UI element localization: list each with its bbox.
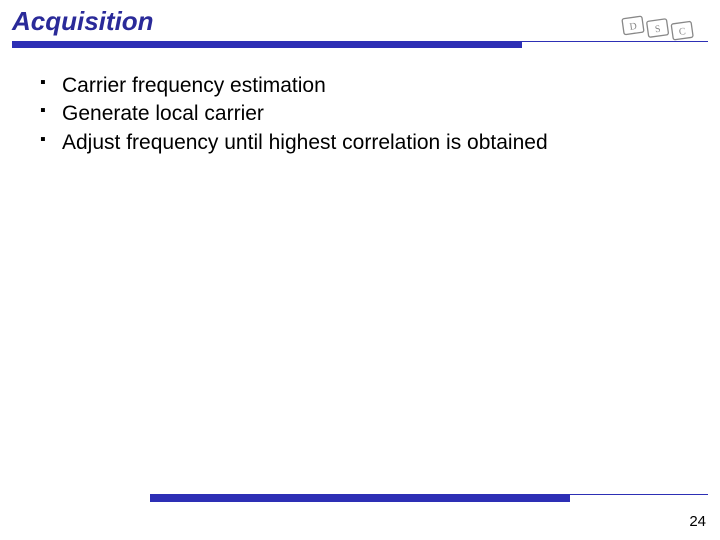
footer-rule-thick bbox=[150, 494, 570, 502]
header-rule-thick bbox=[12, 41, 522, 48]
header-rule bbox=[12, 41, 708, 48]
footer-rule bbox=[150, 494, 708, 502]
slide-title: Acquisition bbox=[12, 6, 708, 37]
logo-letter-d: D bbox=[629, 21, 638, 33]
bullet-item: Adjust frequency until highest correlati… bbox=[40, 129, 692, 157]
footer-rule-thin bbox=[570, 494, 708, 502]
bullet-item: Carrier frequency estimation bbox=[40, 72, 692, 100]
logo-dsc: D S C bbox=[618, 10, 698, 52]
bullet-list: Carrier frequency estimation Generate lo… bbox=[40, 72, 692, 157]
slide-header: Acquisition D S C bbox=[0, 0, 720, 39]
page-number: 24 bbox=[689, 513, 706, 530]
logo-letter-s: S bbox=[654, 24, 661, 36]
slide-content: Carrier frequency estimation Generate lo… bbox=[0, 48, 720, 157]
bullet-item: Generate local carrier bbox=[40, 100, 692, 128]
logo-letter-c: C bbox=[678, 26, 686, 38]
